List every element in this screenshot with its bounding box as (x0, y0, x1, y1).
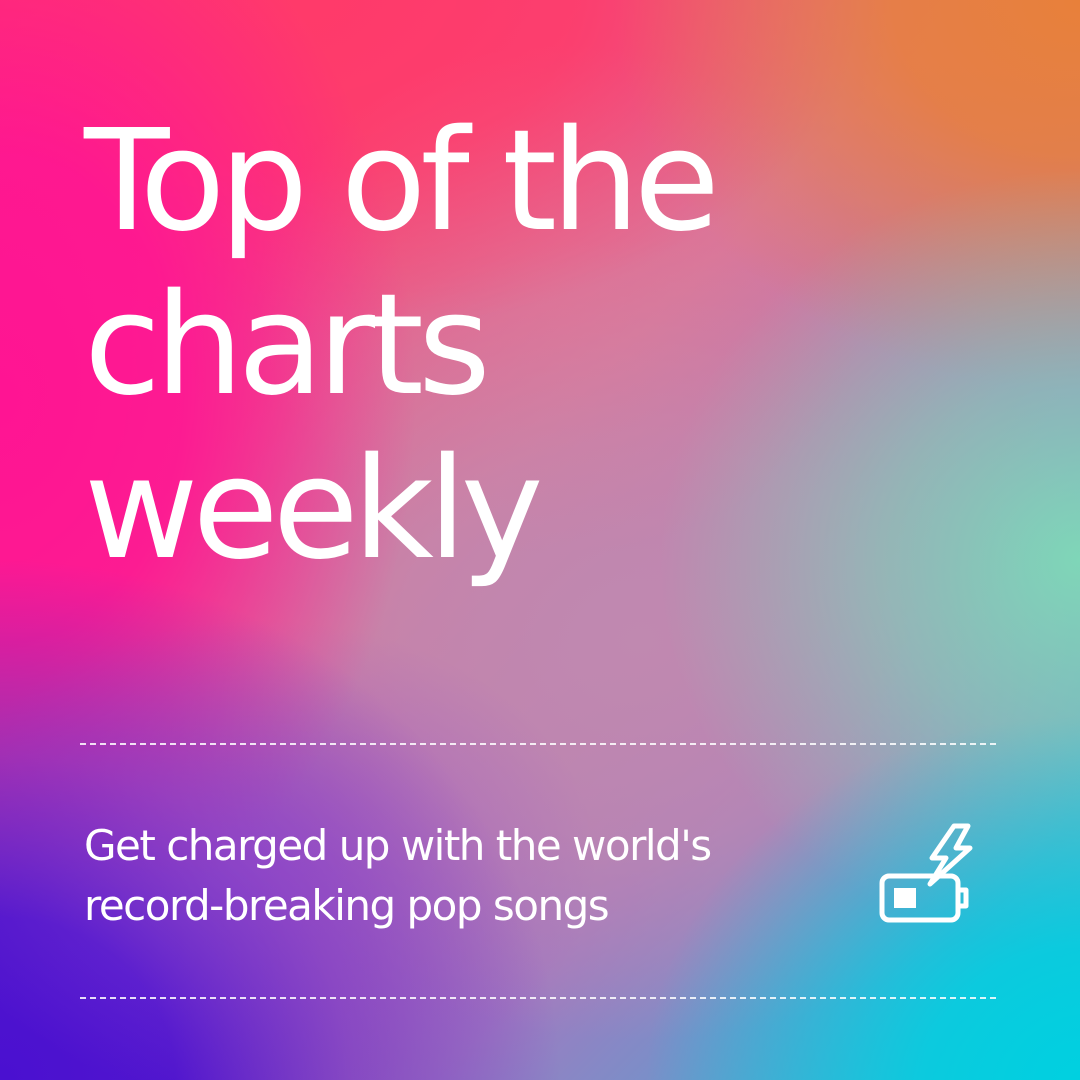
headline-line-3: weekly (84, 428, 544, 591)
subtitle-line-2: record-breaking pop songs (84, 881, 610, 930)
battery-charging-icon (879, 823, 973, 923)
divider-top (80, 743, 996, 745)
subtitle: Get charged up with the world's record-b… (84, 816, 804, 936)
headline: Top of the charts weekly (84, 100, 720, 592)
divider-bottom (80, 997, 996, 999)
promo-card: Top of the charts weekly Get charged up … (0, 0, 1080, 1080)
headline-line-1: Top of the (84, 100, 720, 263)
headline-line-2: charts (84, 264, 491, 427)
subtitle-line-1: Get charged up with the world's (84, 821, 712, 870)
